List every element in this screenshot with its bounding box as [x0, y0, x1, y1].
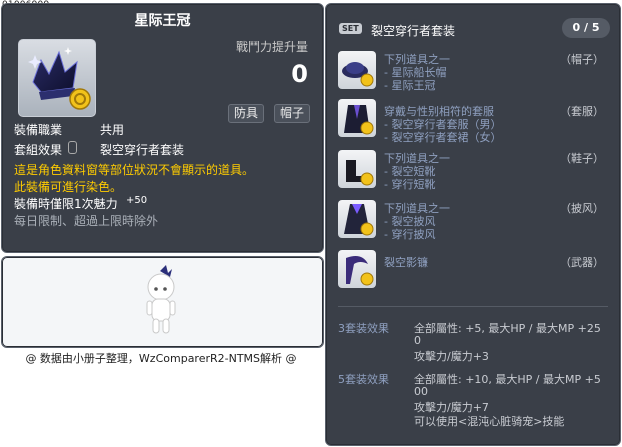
set-name: 裂空穿行者套装 — [371, 24, 456, 38]
set-item-line: - 穿行披风 — [384, 228, 436, 241]
limit-text: 每日限制、超過上限時除外 — [14, 214, 159, 228]
set-item-category: （套服） — [560, 105, 604, 118]
divider — [338, 306, 608, 307]
set-effect-panel: SET 裂空穿行者套装 0 / 5 下列道具之一 - 星际船长帽 - 星际王冠 … — [325, 3, 621, 446]
set-item-line: - 穿行短靴 — [384, 178, 436, 191]
character-preview-panel — [1, 256, 324, 348]
power-label: 戰鬥力提升量 — [235, 40, 308, 54]
charm-value: +50 — [126, 195, 148, 206]
set-item-cape: 下列道具之一 - 裂空披风 - 穿行披风 （披风） — [338, 200, 614, 250]
cape-icon — [338, 200, 376, 238]
power-value: 0 — [291, 60, 308, 88]
notice-line-1: 這是角色資料窗等部位狀況不會顯示的道具。 — [14, 163, 255, 177]
character-preview — [146, 265, 176, 334]
set-item-shoes: 下列道具之一 - 裂空短靴 - 穿行短靴 （鞋子） — [338, 150, 614, 200]
set-bonus-3-label: 3套装效果 — [338, 322, 389, 335]
hat-icon — [338, 51, 376, 89]
job-value: 共用 — [100, 123, 125, 137]
set-item-category: （鞋子） — [560, 152, 604, 165]
set-bonus-5-label: 5套装效果 — [338, 373, 389, 386]
coin-icon — [69, 88, 91, 110]
set-item-category: （武器） — [560, 256, 604, 269]
charm-label: 裝備時僅限1次魅力 — [14, 197, 118, 211]
set-effect-label: 套組效果 — [14, 143, 63, 157]
set-item-line: - 星际王冠 — [384, 79, 436, 92]
shoes-icon — [338, 150, 376, 188]
lock-icon — [68, 141, 77, 154]
item-tooltip-panel: 星际王冠 戰鬥力提升量 0 防具 帽子 裝備職業 共用 套組效果 裂空穿行者套装… — [1, 3, 324, 253]
set-item-hat: 下列道具之一 - 星际船长帽 - 星际王冠 （帽子） — [338, 51, 614, 101]
tag-armor: 防具 — [228, 104, 265, 123]
set-item-line: 裂空影镰 — [384, 256, 428, 269]
set-bonus-3-line: 攻擊力/魔力+3 — [414, 350, 489, 363]
set-item-category: （帽子） — [560, 53, 604, 66]
set-bonus-3-line: 全部屬性: +5, 最大HP / 最大MP +25 — [414, 322, 601, 335]
item-name: 星际王冠 — [134, 13, 191, 29]
set-item-line: - 裂空穿行者套裙（女） — [384, 131, 502, 144]
set-count: 0 / 5 — [562, 18, 610, 38]
set-effect-value: 裂空穿行者套装 — [100, 143, 185, 157]
set-bonus-5-line: 可以使用<混沌心脏骑宠>技能 — [414, 415, 565, 428]
set-badge: SET — [339, 23, 362, 34]
job-label: 裝備職業 — [14, 123, 63, 137]
notice-line-2: 此裝備可進行染色。 — [14, 180, 123, 194]
data-source-footer: @ 数据由小册子整理，WzComparerR2-NTMS解析 @ — [25, 352, 297, 365]
item-icon-frame — [18, 39, 96, 117]
tag-hat: 帽子 — [274, 104, 311, 123]
set-bonus-5-line: 00 — [414, 385, 428, 398]
set-item-outfit: 穿戴与性别相符的套服 - 裂空穿行者套服（男） - 裂空穿行者套裙（女） （套服… — [338, 99, 614, 149]
scythe-icon — [338, 250, 376, 288]
set-item-weapon: 裂空影镰 （武器） — [338, 250, 614, 290]
set-item-category: （披风） — [560, 202, 604, 215]
set-bonus-3-line: 0 — [414, 334, 421, 347]
set-bonus-5-line: 全部屬性: +10, 最大HP / 最大MP +5 — [414, 373, 601, 386]
outfit-icon — [338, 99, 376, 137]
